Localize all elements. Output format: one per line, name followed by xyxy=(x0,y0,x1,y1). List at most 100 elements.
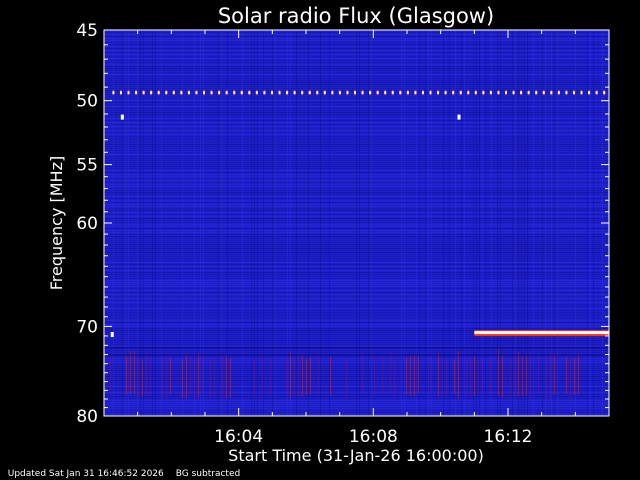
time-column xyxy=(182,30,183,416)
interference-dot-core xyxy=(233,91,236,94)
emission-streak xyxy=(482,359,483,394)
plot-area xyxy=(104,30,609,416)
interference-dot-core xyxy=(542,91,545,94)
time-column xyxy=(491,30,492,416)
interference-dot-core xyxy=(225,91,228,94)
emission-streak xyxy=(150,357,151,396)
emission-streak xyxy=(446,358,447,395)
emission-streak xyxy=(414,355,415,397)
interference-dot-core xyxy=(210,91,213,94)
time-column xyxy=(575,30,576,416)
emission-streak xyxy=(438,353,439,397)
interference-dot-core xyxy=(474,91,477,94)
time-column xyxy=(521,30,522,416)
interference-dot-core xyxy=(376,91,379,94)
time-column xyxy=(194,30,195,416)
time-column xyxy=(155,30,156,416)
interference-dot-core xyxy=(527,91,530,94)
interference-dot-core xyxy=(135,91,138,94)
dark-channel xyxy=(104,347,609,349)
interference-dot-core xyxy=(421,91,424,94)
interference-dot-core xyxy=(248,91,251,94)
interference-dot-core xyxy=(580,91,583,94)
time-column xyxy=(296,30,297,416)
interference-dot-core xyxy=(346,91,349,94)
time-column xyxy=(203,30,204,416)
emission-streak xyxy=(126,355,127,395)
interference-dot-core xyxy=(565,91,568,94)
interference-dot-core xyxy=(301,91,304,94)
hot-pixel xyxy=(110,332,114,338)
time-column xyxy=(128,30,129,416)
time-column xyxy=(443,30,444,416)
interference-dot-core xyxy=(505,91,508,94)
emission-streak xyxy=(202,353,203,394)
interference-dot-core xyxy=(293,91,296,94)
interference-dot-core xyxy=(119,91,122,94)
time-column xyxy=(515,30,516,416)
emission-streak xyxy=(210,358,211,399)
emission-streak xyxy=(566,356,567,394)
time-column xyxy=(416,30,417,416)
emission-streak xyxy=(170,357,171,395)
emission-streak xyxy=(230,358,231,398)
time-column xyxy=(356,30,357,416)
emission-streak xyxy=(290,351,291,399)
time-column xyxy=(218,30,219,416)
interference-dot-core xyxy=(278,91,281,94)
emission-streak xyxy=(578,353,579,394)
x-tick-label: 16:08 xyxy=(349,427,398,447)
x-tick-label: 16:04 xyxy=(214,427,263,447)
emission-streak xyxy=(166,354,167,399)
emission-streak xyxy=(346,359,347,399)
emission-streak xyxy=(526,355,527,396)
interference-dot-core xyxy=(512,91,515,94)
interference-dot-core xyxy=(414,91,417,94)
emission-streak xyxy=(182,359,183,399)
time-column xyxy=(479,30,480,416)
time-column xyxy=(152,30,153,416)
emission-streak xyxy=(474,356,475,397)
bg-subtracted-note: BG subtracted xyxy=(175,469,241,479)
interference-dot-core xyxy=(550,91,553,94)
emission-streak xyxy=(498,349,499,397)
time-column xyxy=(524,30,525,416)
interference-dot-core xyxy=(157,91,160,94)
emission-streak xyxy=(478,359,479,395)
time-column xyxy=(455,30,456,416)
emission-streak xyxy=(310,356,311,395)
emission-streak xyxy=(110,354,111,395)
emission-streak xyxy=(298,352,299,396)
emission-streak xyxy=(522,356,523,396)
time-column xyxy=(476,30,477,416)
x-axis-label: Start Time (31-Jan-26 16:00:00) xyxy=(228,446,484,465)
emission-streak xyxy=(162,357,163,399)
emission-streak xyxy=(538,355,539,394)
emission-streak xyxy=(330,356,331,397)
interference-dot-core xyxy=(459,91,462,94)
emission-streak xyxy=(442,358,443,399)
time-column xyxy=(221,30,222,416)
time-column xyxy=(140,30,141,416)
emission-streak xyxy=(270,358,271,398)
interference-dot-core xyxy=(195,91,198,94)
interference-dot-core xyxy=(323,91,326,94)
interference-dot-core xyxy=(338,91,341,94)
time-column xyxy=(500,30,501,416)
emission-streak xyxy=(254,358,255,399)
emission-streak xyxy=(502,355,503,398)
time-column xyxy=(329,30,330,416)
time-column xyxy=(401,30,402,416)
emission-streak xyxy=(518,352,519,397)
interference-dot-core xyxy=(255,91,258,94)
emission-streak xyxy=(374,353,375,395)
emission-streak xyxy=(394,354,395,399)
time-column xyxy=(542,30,543,416)
emission-streak xyxy=(286,358,287,394)
time-column xyxy=(461,30,462,416)
interference-dot-core xyxy=(263,91,266,94)
emission-streak xyxy=(222,355,223,398)
y-tick-label: 70 xyxy=(76,317,98,337)
emission-streak xyxy=(406,357,407,395)
emission-streak xyxy=(382,354,383,394)
